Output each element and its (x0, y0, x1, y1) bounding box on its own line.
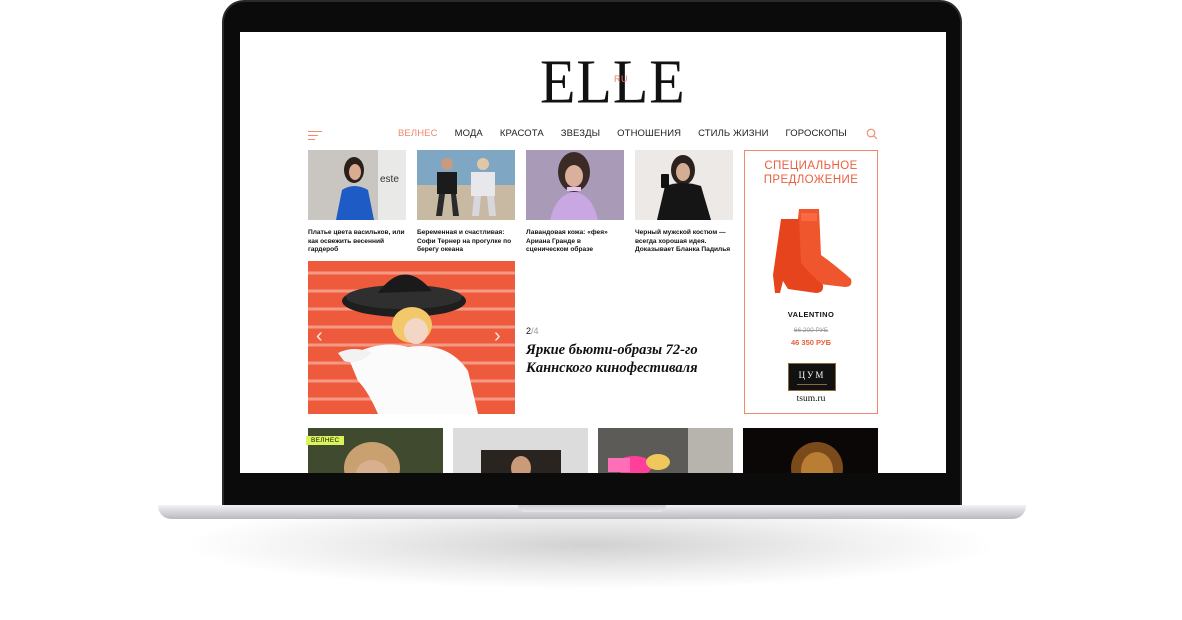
ad-title: СПЕЦИАЛЬНОЕ ПРЕДЛОЖЕНИЕ (763, 160, 859, 186)
nav-item-wellness[interactable]: ВЕЛНЕС (398, 128, 438, 139)
story-image: este (308, 150, 406, 220)
store-logo: ЦУМ (788, 363, 836, 391)
chevron-left-icon[interactable]: ‹ (316, 325, 323, 348)
site-logo[interactable]: ELLE (540, 49, 685, 115)
browser-screen: ELLE RU ВЕЛНЕС МОДА КРАСОТА ЗВЕЗДЫ ОТНОШ… (240, 32, 946, 473)
nav-item-beauty[interactable]: КРАСОТА (500, 128, 544, 139)
story-image (526, 150, 624, 220)
slider-total: 4 (533, 326, 539, 336)
story-caption[interactable]: Платье цвета васильков, или как освежить… (308, 229, 406, 255)
main-nav: ВЕЛНЕС МОДА КРАСОТА ЗВЕЗДЫ ОТНОШЕНИЯ СТИ… (398, 128, 847, 139)
menu-icon[interactable] (308, 131, 322, 141)
bottom-card-image (598, 428, 733, 473)
slider-counter: 2/4 (526, 326, 539, 336)
slider-image (308, 261, 515, 414)
category-badge[interactable]: ВЕЛНЕС (306, 436, 345, 445)
ad-new-price: 46 350 РУБ (791, 338, 831, 347)
boots-image (773, 209, 852, 293)
story-card[interactable]: Лавандовая кожа: «фея» Ариана Гранде в с… (526, 150, 624, 255)
nav-item-horoscopes[interactable]: ГОРОСКОПЫ (786, 128, 847, 139)
story-caption[interactable]: Беременная и счастливая: Софи Тернер на … (417, 229, 515, 255)
bottom-card-image (308, 428, 443, 473)
story-card[interactable]: Беременная и счастливая: Софи Тернер на … (417, 150, 515, 255)
featured-slider[interactable]: ‹ › (308, 261, 515, 414)
search-icon[interactable] (866, 128, 878, 140)
site-logo-suffix: RU (614, 74, 628, 84)
chevron-right-icon[interactable]: › (494, 325, 501, 348)
story-image (417, 150, 515, 220)
bottom-card-image (453, 428, 588, 473)
ad-old-price: 66 200 РУБ (793, 327, 829, 334)
story-caption[interactable]: Черный мужской костюм — всегда хорошая и… (635, 229, 733, 255)
svg-text:este: este (380, 174, 399, 185)
bottom-card[interactable] (453, 428, 588, 473)
special-offer-ad[interactable]: СПЕЦИАЛЬНОЕ ПРЕДЛОЖЕНИЕ VALENTINO 66 200… (744, 150, 878, 414)
nav-item-fashion[interactable]: МОДА (455, 128, 483, 139)
bottom-card[interactable] (308, 428, 443, 473)
story-card[interactable]: Черный мужской костюм — всегда хорошая и… (635, 150, 733, 255)
nav-item-lifestyle[interactable]: СТИЛЬ ЖИЗНИ (698, 128, 768, 139)
bottom-card[interactable] (598, 428, 733, 473)
nav-item-stars[interactable]: ЗВЕЗДЫ (561, 128, 600, 139)
ad-brand: VALENTINO (787, 310, 835, 319)
bottom-card-image (743, 428, 878, 473)
laptop-base-notch (518, 505, 666, 512)
story-card[interactable]: este Платье цвета васильков, или как осв… (308, 150, 406, 255)
store-url[interactable]: tsum.ru (745, 394, 877, 404)
nav-item-relationships[interactable]: ОТНОШЕНИЯ (617, 128, 681, 139)
slider-headline[interactable]: Яркие бьюти-образы 72-го Каннского киноф… (526, 342, 716, 377)
story-caption[interactable]: Лавандовая кожа: «фея» Ариана Гранде в с… (526, 229, 624, 255)
story-image (635, 150, 733, 220)
bottom-card[interactable] (743, 428, 878, 473)
